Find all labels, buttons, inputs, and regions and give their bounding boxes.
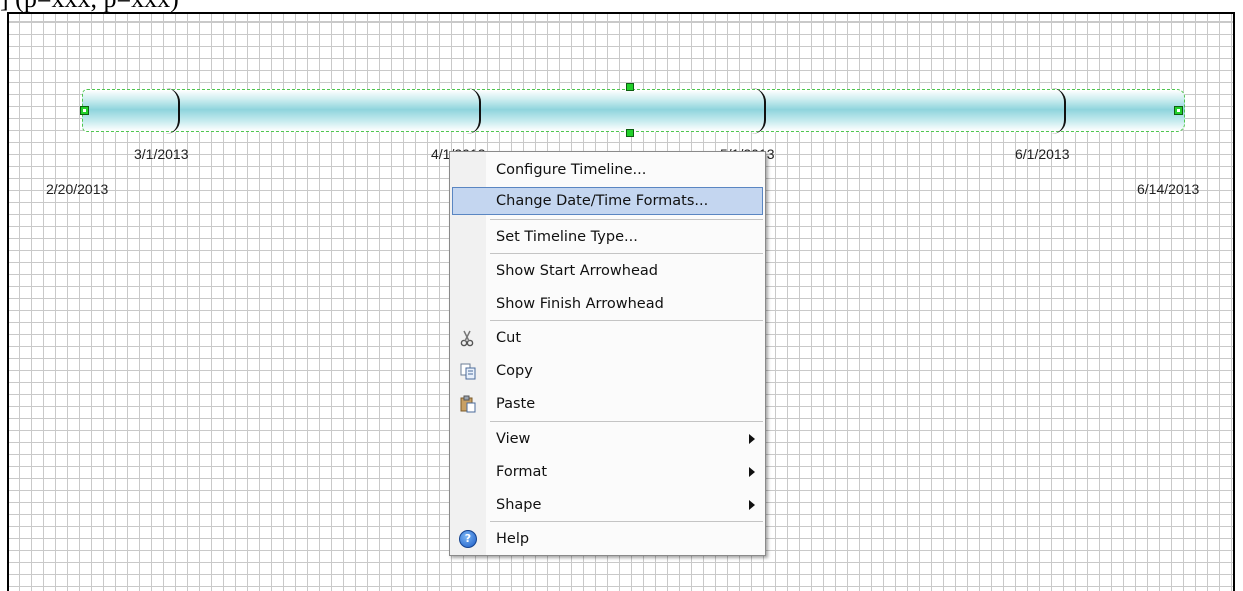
start-connection-handle[interactable] [80, 106, 89, 115]
menu-item-label: Cut [496, 330, 521, 346]
menu-separator [490, 253, 763, 254]
menu-item-paste[interactable]: Paste [452, 390, 763, 418]
page-caption: ] (p=xxx, p=xxx) [0, 0, 179, 12]
paste-icon [460, 395, 476, 413]
timeline-marker-label: 6/1/2013 [1015, 146, 1070, 162]
top-resize-handle[interactable] [626, 83, 634, 91]
menu-item-shape[interactable]: Shape [452, 491, 763, 519]
menu-separator [490, 320, 763, 321]
menu-item-cut[interactable]: Cut [452, 324, 763, 352]
menu-separator [490, 421, 763, 422]
timeline-start-date: 2/20/2013 [46, 181, 109, 197]
timeline-marker-arc [1052, 88, 1066, 134]
menu-item-help[interactable]: ? Help [452, 525, 763, 553]
menu-item-show-finish-arrowhead[interactable]: Show Finish Arrowhead [452, 290, 763, 318]
timeline-marker-arc [752, 88, 766, 134]
menu-item-set-timeline-type[interactable]: Set Timeline Type... [452, 223, 763, 251]
menu-item-label: Paste [496, 396, 536, 412]
context-menu: Configure Timeline... Change Date/Time F… [449, 151, 766, 556]
help-icon: ? [459, 530, 477, 548]
menu-item-label: Format [496, 464, 548, 480]
timeline-finish-date: 6/14/2013 [1137, 181, 1200, 197]
menu-item-label: View [496, 431, 531, 447]
menu-item-change-date-time-formats[interactable]: Change Date/Time Formats... [452, 187, 763, 215]
menu-item-copy[interactable]: Copy [452, 357, 763, 385]
end-connection-handle[interactable] [1174, 106, 1183, 115]
copy-icon [460, 363, 476, 380]
submenu-arrow-icon [749, 434, 755, 444]
submenu-arrow-icon [749, 467, 755, 477]
timeline-marker-label: 3/1/2013 [134, 146, 189, 162]
timeline-marker-arc [166, 88, 180, 134]
menu-item-label: Help [496, 531, 530, 547]
menu-item-label: Show Start Arrowhead [496, 263, 658, 279]
menu-item-label: Copy [496, 363, 533, 379]
menu-item-label: Set Timeline Type... [496, 229, 638, 245]
menu-separator [490, 219, 763, 220]
menu-item-show-start-arrowhead[interactable]: Show Start Arrowhead [452, 257, 763, 285]
menu-item-label: Change Date/Time Formats... [496, 193, 709, 209]
timeline-bar[interactable] [82, 89, 1185, 132]
timeline-marker-arc [467, 88, 481, 134]
menu-item-format[interactable]: Format [452, 458, 763, 486]
menu-item-label: Show Finish Arrowhead [496, 296, 664, 312]
menu-item-label: Configure Timeline... [496, 162, 647, 178]
menu-item-configure-timeline[interactable]: Configure Timeline... [452, 156, 763, 184]
scissors-icon [460, 330, 474, 347]
menu-separator [490, 521, 763, 522]
submenu-arrow-icon [749, 500, 755, 510]
bottom-resize-handle[interactable] [626, 129, 634, 137]
menu-item-view[interactable]: View [452, 425, 763, 453]
menu-item-label: Shape [496, 497, 542, 513]
